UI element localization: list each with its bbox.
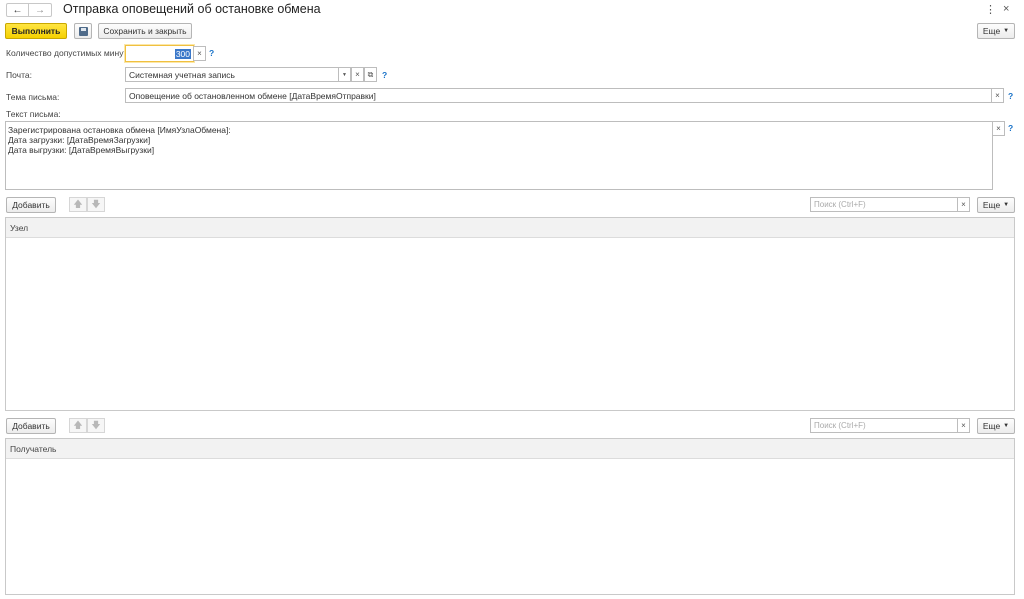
recipients-move-down-icon[interactable]: 🡇 [87,418,105,433]
page-title: Отправка оповещений об остановке обмена [63,2,321,16]
chevron-down-icon: ▼ [1003,202,1010,208]
body-help-icon[interactable]: ? [1008,123,1013,133]
recipients-table[interactable]: Получатель [5,438,1015,595]
back-button[interactable]: ← [7,4,29,16]
body-line: Зарегистрирована остановка обмена [ИмяУз… [8,125,231,135]
subject-clear-icon[interactable]: × [991,88,1004,103]
nodes-more-button[interactable]: Еще ▼ [977,197,1015,213]
subject-label: Тема письма: [6,92,60,102]
body-line: Дата загрузки: [ДатаВремяЗагрузки] [8,135,151,145]
nodes-column-header[interactable]: Узел [6,218,1014,238]
subject-help-icon[interactable]: ? [1008,91,1013,101]
save-and-close-button[interactable]: Сохранить и закрыть [98,23,192,39]
execute-button[interactable]: Выполнить [5,23,67,39]
nodes-search-input[interactable]: Поиск (Ctrl+F) [810,197,958,212]
mail-select[interactable]: Системная учетная запись [125,67,339,82]
mail-label: Почта: [6,70,32,80]
nodes-move-up-icon[interactable]: 🡅 [69,197,87,212]
recipients-search-clear-icon[interactable]: × [957,418,970,433]
recipients-more-label: Еще [982,421,1001,431]
more-menu-icon[interactable]: ⋮ [985,3,996,16]
forward-button[interactable]: → [29,4,51,16]
nav-buttons: ← → [6,3,52,17]
floppy-icon [78,26,88,36]
close-icon[interactable]: × [1003,3,1009,15]
nodes-add-button[interactable]: Добавить [6,197,56,213]
recipients-add-button[interactable]: Добавить [6,418,56,434]
minutes-value: 300 [174,48,191,59]
recipients-column-label: Получатель [10,443,57,454]
body-line: Дата выгрузки: [ДатаВремяВыгрузки] [8,145,155,155]
nodes-column-label: Узел [10,222,29,233]
mail-clear-icon[interactable]: × [351,67,364,82]
recipients-search-input[interactable]: Поиск (Ctrl+F) [810,418,958,433]
nodes-search-clear-icon[interactable]: × [957,197,970,212]
body-textarea[interactable]: Зарегистрирована остановка обмена [ИмяУз… [5,121,993,190]
nodes-table[interactable]: Узел [5,217,1015,411]
minutes-label: Количество допустимых минут: [6,48,130,58]
minutes-input[interactable]: 300 [125,45,194,62]
mail-help-icon[interactable]: ? [382,70,387,80]
body-clear-icon[interactable]: × [992,121,1005,136]
save-button[interactable] [74,23,92,39]
more-button-label: Еще [982,26,1001,36]
chevron-down-icon: ▼ [1003,423,1010,429]
body-label: Текст письма: [6,109,61,119]
subject-input[interactable]: Оповещение об остановленном обмене [Дата… [125,88,992,103]
more-button[interactable]: Еще ▼ [977,23,1015,39]
minutes-help-icon[interactable]: ? [209,48,214,58]
nodes-more-label: Еще [982,200,1001,210]
recipients-move-up-icon[interactable]: 🡅 [69,418,87,433]
chevron-down-icon: ▼ [1003,28,1010,34]
mail-open-icon[interactable]: ⧉ [364,67,377,82]
minutes-clear-icon[interactable]: × [193,46,206,61]
recipients-more-button[interactable]: Еще ▼ [977,418,1015,434]
recipients-column-header[interactable]: Получатель [6,439,1014,459]
mail-dropdown-icon[interactable]: ▼ [338,67,351,82]
nodes-move-down-icon[interactable]: 🡇 [87,197,105,212]
